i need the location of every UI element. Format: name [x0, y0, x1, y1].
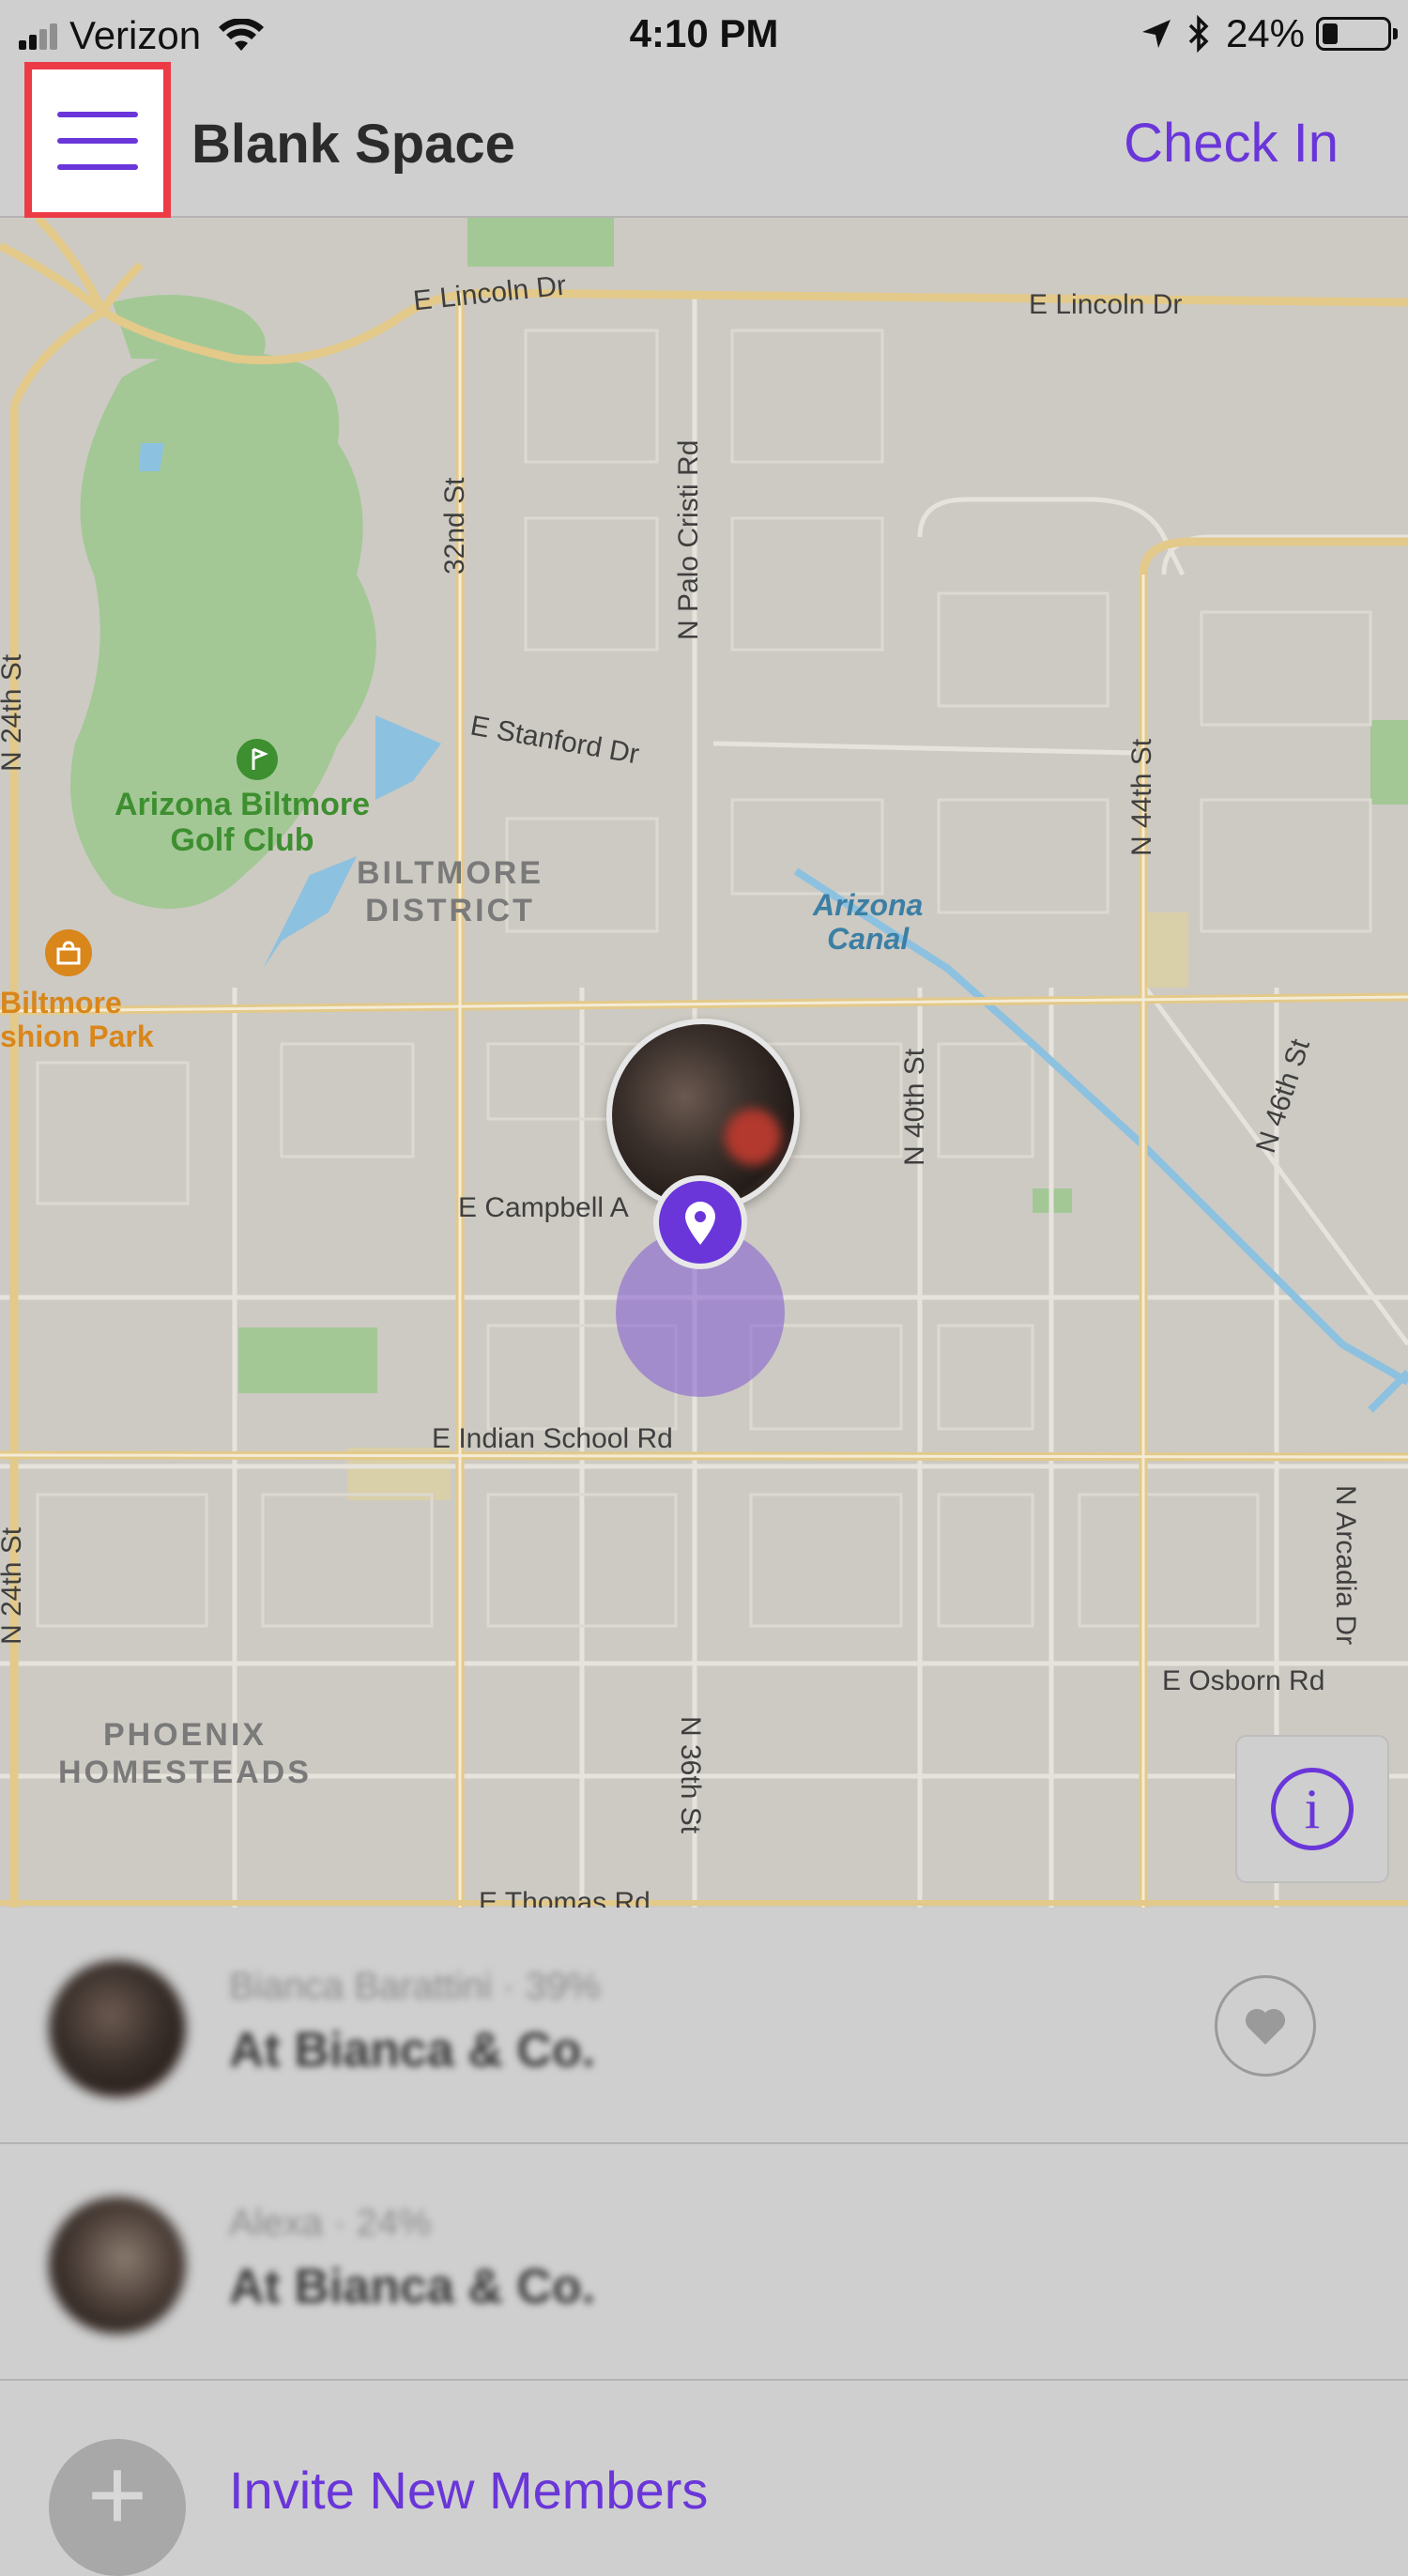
avatar [49, 2197, 186, 2334]
street-label: 32nd St [439, 477, 470, 575]
mall-label: Biltmore shion Park [0, 986, 154, 1053]
member-name: Bianca Barattini · 39% [229, 1966, 601, 2007]
street-label: N Arcadia Dr [1330, 1485, 1361, 1646]
canal-label: Arizona Canal [813, 888, 924, 956]
hamburger-menu-icon [57, 112, 138, 170]
member-row[interactable]: Bianca Barattini · 39% At Bianca & Co. [0, 1908, 1408, 2144]
battery-icon [1316, 17, 1398, 51]
status-bar: Verizon 4:10 PM 24% [0, 0, 1408, 70]
street-label: E Indian School Rd [432, 1423, 673, 1454]
location-pin-icon[interactable] [653, 1175, 747, 1269]
invite-members-button[interactable]: Invite New Members [229, 2460, 708, 2521]
info-icon: i [1271, 1768, 1354, 1850]
invite-row[interactable]: + Invite New Members [0, 2381, 1408, 2576]
street-label: N 40th St [899, 1048, 930, 1166]
member-status: At Bianca & Co. [229, 2023, 596, 2078]
street-label: E Lincoln Dr [1029, 289, 1183, 320]
heart-icon [1245, 2008, 1286, 2045]
member-row[interactable]: Alexa · 24% At Bianca & Co. [0, 2144, 1408, 2381]
street-label: N 44th St [1126, 738, 1157, 856]
battery-percent: 24% [1225, 11, 1305, 55]
member-list: Bianca Barattini · 39% At Bianca & Co. A… [0, 1908, 1408, 2576]
check-in-button[interactable]: Check In [1124, 112, 1339, 175]
golf-icon [237, 739, 278, 780]
member-status: At Bianca & Co. [229, 2260, 596, 2314]
street-label: N 36th St [675, 1716, 706, 1834]
avatar [49, 1960, 186, 2097]
bluetooth-icon [1188, 15, 1209, 53]
street-label: N 24th St [0, 1526, 27, 1645]
district-label: BILTMORE DISTRICT [357, 855, 544, 928]
shopping-bag-icon [45, 929, 92, 976]
group-title: Blank Space [191, 114, 515, 175]
member-name: Alexa · 24% [229, 2202, 432, 2244]
district-label: PHOENIX HOMESTEADS [58, 1717, 312, 1790]
nav-bar: Blank Space Check In [0, 70, 1408, 218]
street-label: E Thomas Rd [479, 1887, 650, 1908]
street-label: N 24th St [0, 653, 27, 772]
street-label: N Palo Cristi Rd [673, 439, 704, 640]
street-label: E Campbell A [458, 1192, 629, 1223]
map-info-button[interactable]: i [1235, 1735, 1389, 1883]
location-arrow-icon [1141, 20, 1171, 48]
battery-level [1323, 23, 1338, 44]
favorite-button[interactable] [1215, 1975, 1316, 2077]
map-view[interactable]: E Lincoln Dr E Lincoln Dr 32nd St N Palo… [0, 218, 1408, 1908]
menu-button[interactable] [24, 62, 171, 220]
golf-club-label: Arizona Biltmore Golf Club [115, 787, 371, 858]
street-label: E Osborn Rd [1162, 1665, 1325, 1696]
add-member-icon: + [49, 2439, 186, 2576]
